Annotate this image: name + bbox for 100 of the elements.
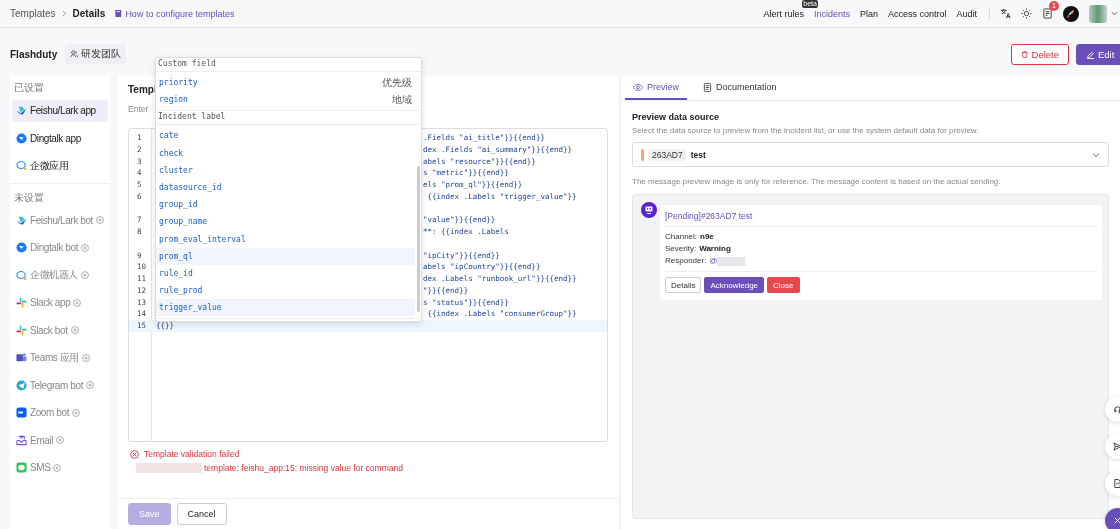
breadcrumb-item: Details	[72, 8, 106, 19]
channel-item[interactable]: Feishu/Lark app	[12, 99, 108, 122]
channel-item[interactable]: Email	[12, 429, 108, 451]
teams-icon	[16, 352, 27, 363]
chat-bubble-icon	[16, 160, 27, 171]
team-name: 研发团队	[81, 47, 122, 61]
pencil-icon	[1086, 49, 1095, 59]
eye-icon	[633, 83, 643, 91]
paper-plane-icon	[16, 379, 27, 391]
suggestion-item[interactable]: datasource_id	[156, 178, 415, 197]
plus-circle-icon[interactable]	[95, 216, 104, 224]
plus-circle-icon[interactable]	[81, 271, 89, 279]
suggestion-item[interactable]: priority 优先级	[156, 74, 415, 92]
nav-menu-item[interactable]: Audit	[956, 8, 977, 19]
people-icon	[70, 50, 79, 58]
bird-icon	[16, 214, 27, 226]
mention-link[interactable]: @	[709, 255, 718, 267]
suggestion-item[interactable]: trigger_value	[156, 299, 415, 317]
edit-button[interactable]: Edit	[1076, 43, 1120, 65]
note-text: The message preview image is only for reference. The message content is based on the actual sending.	[632, 177, 1001, 186]
message-title[interactable]: [Pending]#263AD7 test	[665, 211, 1097, 227]
suggestion-item[interactable]: check	[156, 144, 415, 162]
suggestion-item[interactable]: group_name	[156, 213, 415, 231]
field-label: Responder:	[665, 255, 707, 267]
sun-icon[interactable]	[1021, 8, 1032, 19]
rocket-avatar-icon[interactable]	[1063, 5, 1079, 22]
cancel-button[interactable]: Cancel	[176, 503, 227, 525]
close-button[interactable]: Close	[767, 277, 800, 293]
breadcrumb-item[interactable]: Templates	[10, 8, 56, 19]
chevron-down-icon	[1092, 150, 1100, 159]
plus-circle-icon[interactable]	[53, 463, 62, 472]
bird-icon	[16, 105, 27, 116]
channel-item[interactable]: Dingtalk bot	[12, 236, 108, 259]
suggestion-item[interactable]: rule_prod	[156, 282, 415, 300]
hint-text: Enter	[128, 104, 149, 116]
plus-circle-icon[interactable]	[82, 353, 91, 362]
video-icon	[16, 407, 27, 418]
channel-item[interactable]: Slack app	[12, 291, 108, 314]
headset-icon	[1113, 405, 1120, 414]
delete-button[interactable]: Delete	[1011, 43, 1069, 65]
plus-circle-icon[interactable]	[73, 298, 82, 307]
plus-circle-icon[interactable]	[72, 408, 81, 417]
tab[interactable]: Documentation	[695, 76, 785, 100]
plus-circle-icon[interactable]	[56, 436, 64, 444]
data-source-select[interactable]: 263AD7 test	[632, 142, 1109, 167]
translate-icon[interactable]	[1000, 8, 1011, 19]
incident-id-tag: 263AD7	[649, 148, 686, 161]
scrollbar[interactable]	[417, 166, 420, 312]
channel-item[interactable]: Feishu/Lark bot	[12, 209, 108, 231]
nav-menu-item[interactable]: Incidents	[813, 8, 850, 19]
channel-item[interactable]: Slack bot	[12, 319, 108, 341]
slack-icon	[16, 324, 27, 336]
error-message: template: feishu_app:15: missing value for command	[204, 463, 403, 473]
chevron-right-icon	[60, 10, 68, 17]
channel-item[interactable]: Telegram bot	[12, 374, 108, 396]
user-avatar[interactable]	[1089, 4, 1107, 23]
channel-item[interactable]: Zoom bot	[12, 401, 108, 424]
suggestion-item[interactable]: rule_id	[156, 264, 415, 283]
description-text: Select the data source to preview from the incident list, or use the system default data for preview.	[632, 126, 979, 135]
error-icon	[130, 449, 139, 459]
acknowledge-button[interactable]: Acknowledge	[704, 277, 765, 293]
error-title: Template validation failed	[144, 449, 240, 459]
field-value: n9e	[700, 231, 714, 243]
channel-item[interactable]: SMS	[12, 456, 108, 479]
suggestion-item[interactable]: region 地域	[156, 91, 415, 109]
field-label: Channel:	[665, 231, 698, 243]
nav-menu-item[interactable]: Access control	[887, 8, 947, 19]
close-icon	[1113, 516, 1120, 525]
nav-menu-item[interactable]: Plan	[859, 8, 878, 19]
plus-circle-icon[interactable]	[70, 326, 79, 334]
plus-circle-icon[interactable]	[81, 243, 89, 252]
notes-icon[interactable]	[1042, 8, 1053, 19]
channel-item[interactable]: Teams 应用	[12, 346, 108, 369]
send-icon	[1113, 442, 1120, 451]
suggestion-item[interactable]: group_id	[156, 196, 415, 214]
trash-icon	[1021, 49, 1029, 59]
page-title: Flashduty	[10, 48, 58, 60]
help-link[interactable]: How to configure templates	[125, 8, 235, 19]
menu-section-heading: Custom field	[156, 58, 421, 72]
incident-title: test	[690, 149, 706, 160]
chat-bubble-icon	[16, 269, 27, 281]
robot-avatar-icon	[641, 202, 657, 218]
tab[interactable]: Preview	[625, 76, 687, 100]
team-tag[interactable]: 研发团队	[65, 44, 127, 64]
suggestion-item[interactable]: cluster	[156, 161, 415, 179]
nav-menu-item[interactable]: Alert rules	[763, 8, 804, 19]
redacted-text	[717, 256, 746, 266]
document-icon	[703, 82, 712, 92]
suggestion-item[interactable]: prom_eval_interval	[156, 230, 415, 248]
chevron-down-icon[interactable]	[1111, 10, 1118, 17]
book-icon	[114, 9, 124, 18]
plus-circle-icon[interactable]	[86, 381, 94, 389]
suggestion-item[interactable]: cate	[156, 127, 415, 145]
group-heading: 未设置	[13, 190, 45, 204]
channel-item[interactable]: 企微应用	[12, 154, 108, 177]
suggestion-item[interactable]: prom_ql	[156, 247, 415, 265]
details-button[interactable]: Details	[665, 277, 702, 293]
channel-item[interactable]: 企微机器人	[12, 264, 108, 286]
inbox-icon	[16, 434, 27, 446]
channel-item[interactable]: Dingtalk app	[12, 127, 108, 149]
